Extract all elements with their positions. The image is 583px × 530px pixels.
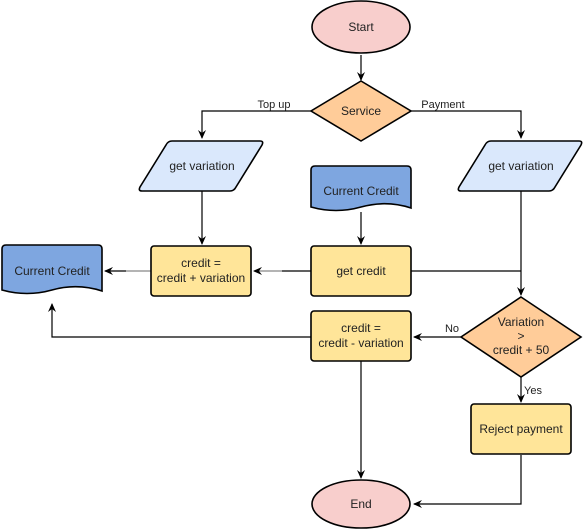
node-service[interactable]: Service	[309, 80, 413, 142]
edge-label-payment: Payment	[421, 99, 464, 111]
node-current-credit-top[interactable]: Current Credit	[310, 165, 412, 212]
edge-creditminus-currentcredit	[48, 303, 311, 338]
node-credit-minus-variation[interactable]: credit = credit - variation	[310, 310, 412, 362]
node-variation-check-line2: >	[517, 329, 524, 343]
node-start-label: Start	[348, 20, 374, 34]
node-end-label: End	[350, 497, 371, 511]
node-credit-plus-variation[interactable]: credit = credit + variation	[150, 245, 252, 297]
node-get-variation-left-label: get variation	[169, 159, 234, 173]
node-credit-minus-line2: credit - variation	[318, 336, 403, 350]
edge-label-yes: Yes	[524, 385, 542, 397]
node-current-credit-left-label: Current Credit	[14, 264, 90, 278]
edge-label-top-up: Top up	[257, 99, 290, 111]
flowchart: Top up Payment No Yes Start Service get …	[1, 0, 583, 529]
node-get-variation-left[interactable]: get variation	[138, 140, 264, 192]
node-credit-plus-line2: credit + variation	[157, 271, 245, 285]
node-get-variation-right[interactable]: get variation	[457, 140, 583, 192]
node-variation-check-line1: Variation	[498, 315, 544, 329]
node-current-credit-top-label: Current Credit	[323, 184, 399, 198]
node-get-credit[interactable]: get credit	[310, 245, 412, 297]
node-get-credit-label: get credit	[336, 264, 386, 278]
node-credit-plus-line1: credit =	[181, 256, 221, 270]
edge-label-no: No	[445, 323, 459, 335]
edge-reject-end	[413, 455, 522, 508]
node-credit-minus-line1: credit =	[341, 321, 381, 335]
node-get-variation-right-label: get variation	[488, 159, 553, 173]
edge-service-topup	[198, 110, 311, 139]
edge-service-payment	[411, 110, 525, 139]
node-end[interactable]: End	[311, 479, 411, 529]
node-start[interactable]: Start	[311, 0, 411, 54]
node-variation-check[interactable]: Variation > credit + 50	[459, 296, 583, 378]
edges	[48, 55, 525, 508]
node-reject-payment[interactable]: Reject payment	[470, 403, 572, 455]
node-service-label: Service	[341, 104, 381, 118]
node-variation-check-line3: credit + 50	[493, 343, 550, 357]
node-reject-payment-label: Reject payment	[479, 422, 563, 436]
node-current-credit-left[interactable]: Current Credit	[1, 244, 103, 295]
